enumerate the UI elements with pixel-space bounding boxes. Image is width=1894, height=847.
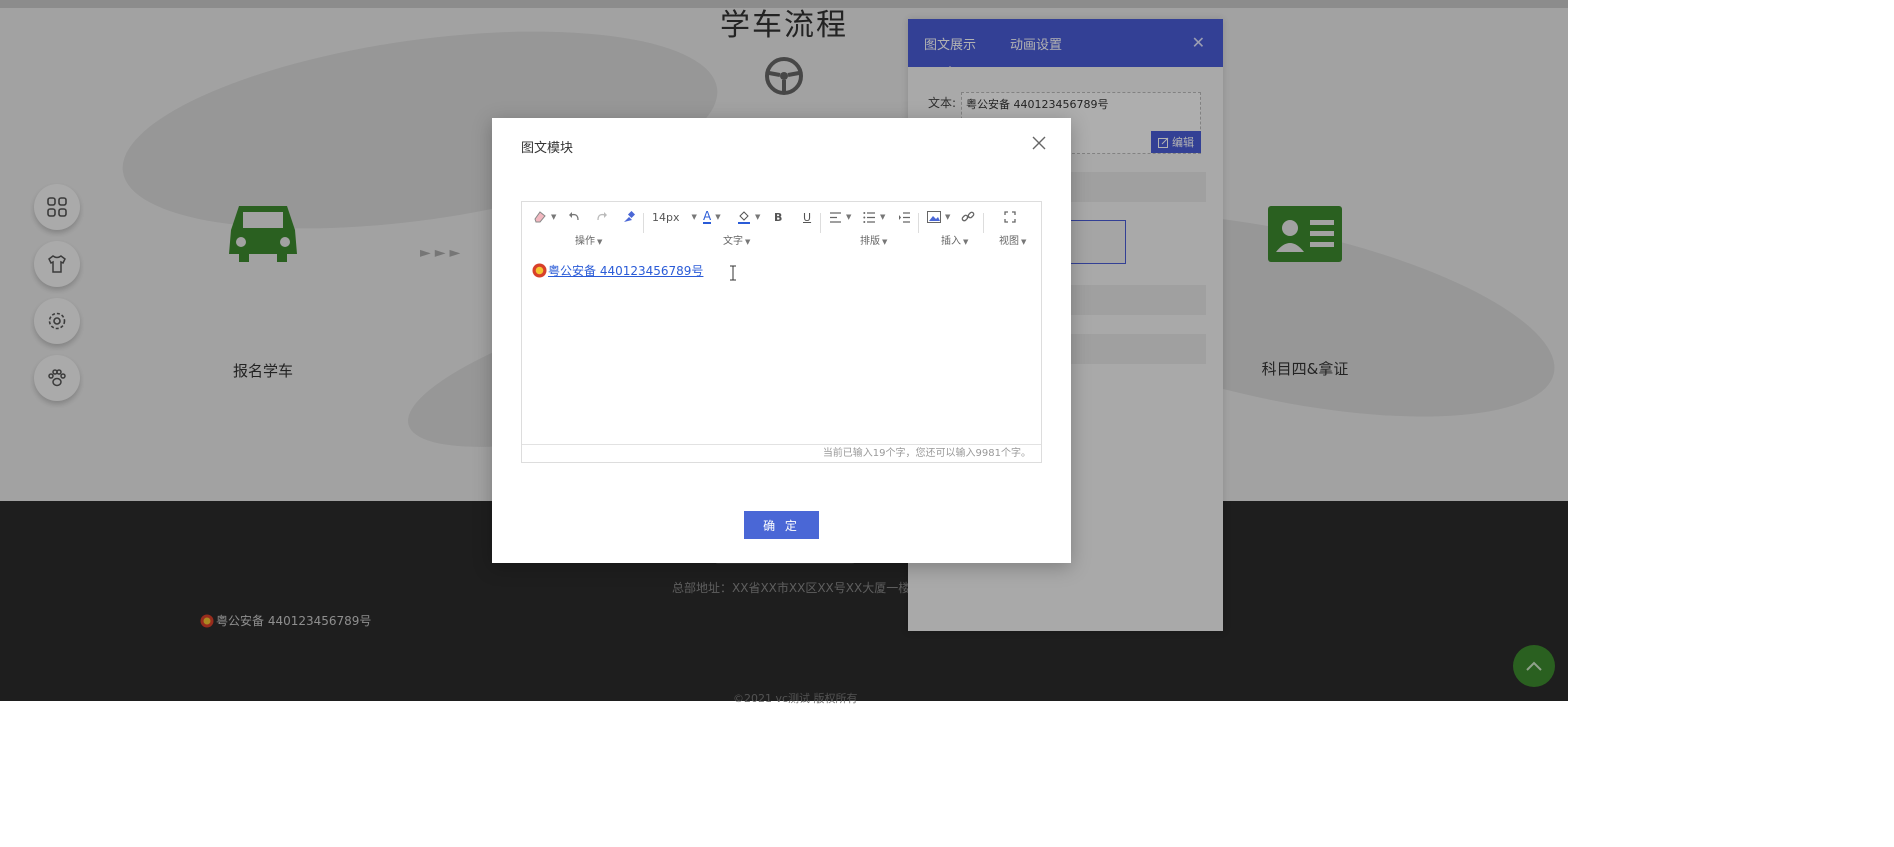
image-text-modal: 图文模块 ▼ 14px ▼ A ▼ ▼ B U ▼ ▼ ▼ 操作 ▼ 文字 ▼ …: [492, 118, 1071, 563]
group-label-insert[interactable]: 插入 ▼: [941, 232, 968, 247]
brush-icon: [624, 210, 635, 222]
font-size-select[interactable]: 14px ▼: [652, 208, 697, 226]
group-label-text[interactable]: 文字 ▼: [723, 232, 750, 247]
insert-link-button[interactable]: [961, 208, 975, 226]
format-painter-button[interactable]: [622, 208, 635, 226]
align-left-icon: [830, 211, 841, 223]
group-label-operation[interactable]: 操作 ▼: [575, 232, 602, 247]
group-label-view[interactable]: 视图 ▼: [999, 232, 1026, 247]
text-cursor-icon: [730, 265, 736, 281]
font-size-value: 14px: [652, 210, 680, 224]
toolbar-separator: [918, 213, 919, 233]
toolbar-separator: [983, 213, 984, 233]
align-button[interactable]: ▼: [829, 208, 851, 226]
bold-button[interactable]: B: [774, 208, 782, 226]
editor-status: 当前已输入19个字，您还可以输入9981个字。: [522, 444, 1041, 462]
eraser-icon: [534, 211, 546, 223]
font-color-icon: A: [703, 209, 712, 224]
indent-button[interactable]: [898, 208, 911, 226]
editor-content[interactable]: 粤公安备 440123456789号: [532, 262, 703, 279]
redo-icon: [597, 212, 607, 221]
toolbar-separator: [643, 213, 644, 233]
redo-button[interactable]: [596, 208, 608, 226]
confirm-button[interactable]: 确 定: [744, 511, 819, 539]
indent-icon: [899, 211, 910, 223]
group-label-layout[interactable]: 排版 ▼: [860, 232, 887, 247]
icp-link[interactable]: 粤公安备 440123456789号: [548, 262, 703, 279]
eraser-button[interactable]: ▼: [533, 208, 556, 226]
undo-button[interactable]: [568, 208, 580, 226]
list-icon: [863, 211, 875, 223]
fullscreen-icon: [1004, 211, 1016, 223]
underline-button[interactable]: U: [803, 208, 811, 226]
insert-image-button[interactable]: ▼: [927, 208, 950, 226]
police-badge-icon: [532, 263, 547, 278]
paint-bucket-icon: [738, 211, 750, 224]
font-color-button[interactable]: A ▼: [703, 208, 721, 226]
close-icon[interactable]: [1030, 134, 1048, 152]
undo-icon: [569, 212, 579, 221]
list-button[interactable]: ▼: [863, 208, 885, 226]
toolbar-separator: [820, 213, 821, 233]
image-icon: [927, 211, 941, 223]
editor-toolbar: ▼ 14px ▼ A ▼ ▼ B U ▼ ▼ ▼ 操作 ▼ 文字 ▼ 排版 ▼ …: [522, 202, 1041, 252]
background-color-button[interactable]: ▼: [737, 208, 760, 226]
rich-text-editor: ▼ 14px ▼ A ▼ ▼ B U ▼ ▼ ▼ 操作 ▼ 文字 ▼ 排版 ▼ …: [521, 201, 1042, 463]
modal-title: 图文模块: [521, 141, 574, 156]
link-icon: [961, 211, 975, 222]
fullscreen-button[interactable]: [1004, 208, 1016, 226]
